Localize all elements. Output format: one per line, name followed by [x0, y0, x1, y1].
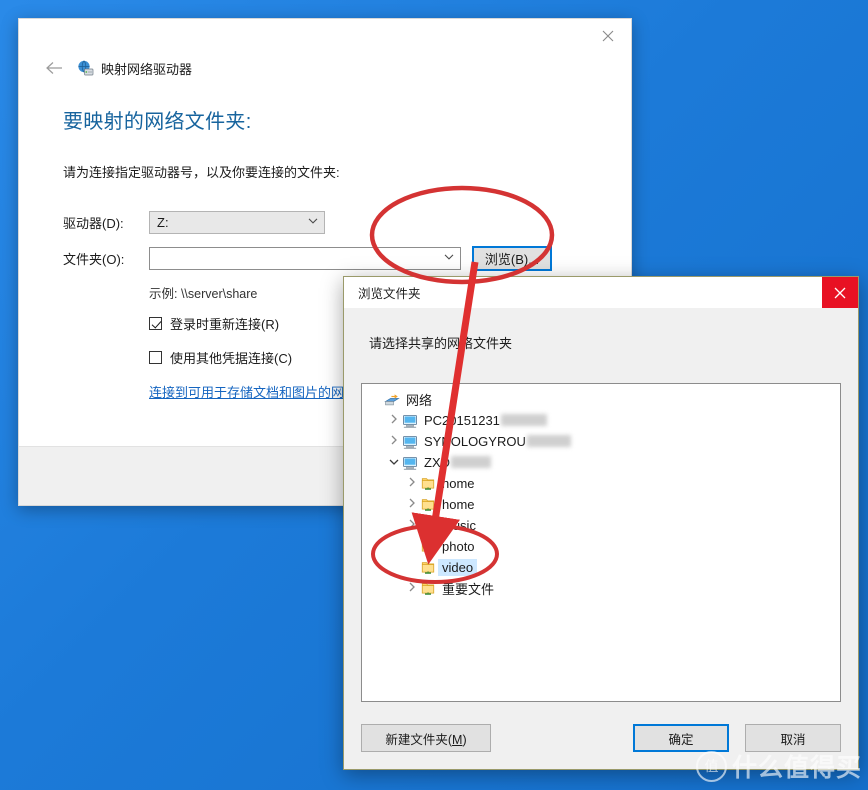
browse-dialog-title: 浏览文件夹	[358, 287, 421, 301]
computer-icon	[402, 413, 418, 429]
drive-value: Z:	[157, 215, 169, 230]
tree-item[interactable]: music	[362, 515, 840, 536]
page-title: 要映射的网络文件夹:	[63, 111, 252, 133]
new-folder-button[interactable]: 新建文件夹(M)	[361, 724, 491, 752]
browse-dialog-titlebar: 浏览文件夹	[344, 277, 858, 308]
network-drive-icon	[77, 59, 94, 77]
shared-folder-icon	[420, 560, 436, 576]
shared-folder-icon	[420, 476, 436, 492]
computer-icon	[402, 434, 418, 450]
shared-folder-icon	[420, 581, 436, 597]
folder-field-row: 文件夹(O): 浏览(B)...	[63, 246, 631, 271]
chevron-right-icon[interactable]	[386, 435, 402, 448]
tree-item[interactable]: video	[362, 557, 840, 578]
tree-item-label: home	[442, 476, 475, 491]
tree-item-label: photo	[442, 539, 475, 554]
new-folder-button-label: 新建文件夹(M)	[385, 732, 467, 747]
chevron-right-icon[interactable]	[404, 498, 420, 511]
tree-item-label: PC20151231	[424, 413, 547, 428]
drive-field-row: 驱动器(D): Z:	[63, 211, 631, 234]
reconnect-checkbox[interactable]	[149, 317, 162, 330]
chevron-right-icon[interactable]	[386, 414, 402, 427]
tree-item-label: video	[438, 559, 478, 576]
shared-folder-icon	[420, 497, 436, 513]
chevron-right-icon[interactable]	[404, 582, 420, 595]
redacted-text	[526, 435, 571, 447]
tree-item[interactable]: home	[362, 494, 840, 515]
credentials-checkbox-label: 使用其他凭据连接(C)	[170, 351, 293, 366]
browse-dialog-prompt: 请选择共享的网络文件夹	[369, 336, 513, 351]
computer-icon	[402, 455, 418, 471]
close-icon[interactable]	[822, 277, 858, 308]
redacted-text	[451, 456, 491, 468]
tree-item[interactable]: 网络	[362, 389, 840, 410]
tree-item[interactable]: SYNOLOGYROU	[362, 431, 840, 452]
tree-item-label: home	[442, 497, 475, 512]
shared-folder-icon	[420, 539, 436, 555]
map-window-nav-row: 映射网络驱动器	[19, 53, 631, 83]
tree-item-label: SYNOLOGYROU	[424, 434, 571, 449]
chevron-right-icon[interactable]	[404, 519, 420, 532]
back-arrow-icon[interactable]	[43, 57, 65, 79]
folder-tree-panel[interactable]: 网络 PC20151231 SYNOLOGYROU ZXD home home music p…	[361, 383, 841, 702]
network-icon	[384, 392, 400, 408]
watermark-text: 什么值得买	[731, 754, 862, 782]
tree-item[interactable]: PC20151231	[362, 410, 840, 431]
close-icon[interactable]	[585, 19, 631, 53]
tree-item-label: music	[442, 518, 476, 533]
tree-item[interactable]: photo	[362, 536, 840, 557]
tree-item[interactable]: home	[362, 473, 840, 494]
folder-tree: 网络 PC20151231 SYNOLOGYROU ZXD home home music p…	[362, 384, 840, 599]
shared-folder-icon	[420, 518, 436, 534]
folder-input[interactable]	[149, 247, 461, 270]
redacted-text	[500, 414, 547, 426]
chevron-right-icon[interactable]	[404, 477, 420, 490]
map-window-title: 映射网络驱动器	[101, 61, 193, 77]
tree-item-label: 重要文件	[442, 582, 495, 597]
chevron-down-icon	[308, 217, 318, 227]
watermark-badge: 值	[695, 750, 727, 782]
watermark: 值 什么值得买	[695, 748, 862, 784]
tree-item-label: 网络	[406, 393, 433, 408]
tree-item[interactable]: 重要文件	[362, 578, 840, 599]
folder-label: 文件夹(O):	[63, 252, 125, 267]
drive-label: 驱动器(D):	[63, 216, 124, 231]
browse-button[interactable]: 浏览(B)...	[472, 246, 552, 271]
reconnect-checkbox-label: 登录时重新连接(R)	[170, 317, 280, 332]
browse-folder-dialog: 浏览文件夹 请选择共享的网络文件夹 网络 PC20151231 SYNOLOGYRO…	[343, 276, 859, 770]
tree-item[interactable]: ZXD	[362, 452, 840, 473]
credentials-checkbox[interactable]	[149, 351, 162, 364]
map-window-titlebar	[19, 19, 631, 53]
chevron-down-icon[interactable]	[386, 457, 402, 469]
map-window-subtitle: 请为连接指定驱动器号，以及你要连接的文件夹:	[63, 165, 340, 180]
drive-select[interactable]: Z:	[149, 211, 325, 234]
tree-item-label: ZXD	[424, 455, 491, 470]
chevron-down-icon[interactable]	[444, 253, 454, 263]
